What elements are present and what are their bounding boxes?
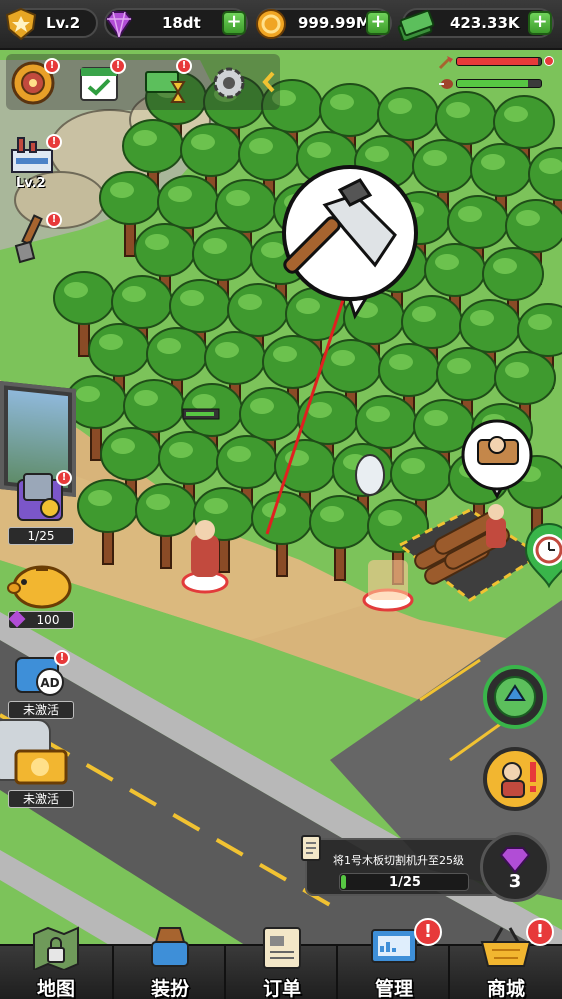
worker-alert-icon bbox=[483, 747, 547, 811]
nav-orders-label: 订单 bbox=[262, 978, 301, 999]
quick-tools: ! ! ! bbox=[6, 54, 280, 110]
task-progress-bar: 1/25 bbox=[339, 873, 469, 891]
offline-income-button[interactable]: ! bbox=[142, 58, 192, 106]
alert-badge: ! bbox=[46, 212, 62, 228]
piggy-bank-icon bbox=[7, 565, 72, 609]
nav-dressup[interactable]: 装扮 bbox=[112, 927, 224, 999]
axe-icon bbox=[438, 56, 453, 70]
nav-dressup-label: 装扮 bbox=[150, 978, 189, 999]
nav-map[interactable]: 地图 bbox=[0, 926, 112, 999]
gem-icon bbox=[105, 11, 133, 39]
wood-status bbox=[438, 54, 556, 70]
factory-button[interactable]: ! Lv.2 bbox=[8, 134, 62, 194]
clock-icon bbox=[524, 522, 562, 589]
gems-text: 18dt bbox=[162, 14, 201, 32]
tasks-button[interactable]: ! bbox=[76, 58, 126, 106]
nav-orders[interactable]: 订单 bbox=[224, 927, 336, 999]
golden-ticket-icon bbox=[14, 749, 68, 785]
alert-badge: ! bbox=[526, 918, 554, 946]
coins-text: 999.99M bbox=[298, 14, 371, 32]
nav-manage-label: 管理 bbox=[374, 978, 413, 999]
piggy-gems-tag: 100 bbox=[8, 610, 74, 629]
resource-bar: Lv.2 18dt + 999.99M + 423.33K + bbox=[0, 0, 562, 50]
task-scroll-icon bbox=[301, 835, 321, 861]
speedup-icon bbox=[483, 665, 547, 729]
task-description: 将1号木板切割机升至25级 bbox=[333, 854, 464, 867]
collapse-tools-button[interactable] bbox=[260, 70, 278, 94]
bank-button[interactable]: ! bbox=[10, 58, 60, 106]
meat-status bbox=[438, 76, 556, 90]
dig-button[interactable]: ! bbox=[10, 212, 62, 264]
hire-worker-button[interactable] bbox=[482, 746, 548, 812]
empty-pedestal[interactable] bbox=[362, 560, 414, 612]
nav-shop[interactable]: ! 商城 bbox=[448, 918, 560, 999]
task-progress-text: 1/25 bbox=[389, 875, 421, 890]
piggy-gems-value: 100 bbox=[36, 613, 60, 627]
alert-badge: ! bbox=[46, 134, 62, 150]
task-gem-reward-button[interactable]: 3 bbox=[480, 832, 550, 902]
gems-display[interactable]: 18dt + bbox=[104, 8, 248, 39]
ticket-button[interactable] bbox=[12, 745, 70, 789]
ad-card-button[interactable]: AD ! bbox=[10, 650, 72, 698]
meat-health-fill bbox=[457, 80, 529, 87]
outfit-icon bbox=[151, 927, 189, 967]
level-display[interactable]: Lv.2 bbox=[5, 7, 98, 41]
cash-text: 423.33K bbox=[450, 14, 520, 32]
ticket-status: 未激活 bbox=[8, 790, 74, 808]
lumberjack-worker[interactable] bbox=[486, 504, 506, 548]
gem-reward-count: 3 bbox=[508, 871, 522, 892]
bottom-nav: 地图 装扮 订单 ! 管理 ! 商城 bbox=[0, 918, 562, 999]
add-gems-button[interactable]: + bbox=[222, 11, 246, 35]
meat-icon bbox=[439, 79, 453, 89]
svg-text:AD: AD bbox=[40, 676, 59, 690]
chevron-left-icon bbox=[262, 71, 275, 93]
cash-display[interactable]: 423.33K + bbox=[397, 8, 554, 41]
settings-button[interactable] bbox=[206, 60, 252, 106]
alert-dot bbox=[544, 56, 554, 66]
ad-card-status: 未激活 bbox=[8, 701, 74, 719]
coin-icon bbox=[256, 9, 286, 39]
alert-badge: ! bbox=[176, 58, 192, 74]
wood-health-fill bbox=[457, 58, 538, 65]
gear-icon bbox=[213, 67, 245, 99]
nav-map-label: 地图 bbox=[36, 978, 75, 999]
piggy-bank-button[interactable] bbox=[6, 560, 76, 610]
pack-progress-tag: 1/25 bbox=[8, 527, 74, 545]
shark-mascot[interactable] bbox=[355, 454, 385, 496]
alert-badge: ! bbox=[44, 58, 60, 74]
task-panel[interactable]: 将1号木板切割机升至25级 1/25 bbox=[301, 835, 505, 896]
gem-icon bbox=[8, 610, 26, 628]
gift-pack-button[interactable]: ! bbox=[10, 470, 72, 526]
timer-button[interactable] bbox=[524, 520, 562, 590]
nav-manage[interactable]: ! 管理 bbox=[336, 918, 448, 999]
coins-display[interactable]: 999.99M + bbox=[256, 8, 392, 39]
cash-stack-icon bbox=[397, 9, 435, 41]
alert-badge: ! bbox=[54, 650, 70, 666]
newspaper-icon bbox=[263, 927, 301, 969]
shield-icon bbox=[5, 7, 37, 41]
alert-badge: ! bbox=[414, 918, 442, 946]
level-text: Lv.2 bbox=[46, 14, 81, 32]
alert-badge: ! bbox=[56, 470, 72, 486]
add-cash-button[interactable]: + bbox=[528, 11, 552, 35]
factory-level: Lv.2 bbox=[16, 176, 46, 191]
nav-shop-label: 商城 bbox=[486, 978, 525, 999]
speedup-button[interactable] bbox=[482, 664, 548, 730]
map-lock-icon bbox=[33, 926, 79, 970]
alert-badge: ! bbox=[110, 58, 126, 74]
add-coins-button[interactable]: + bbox=[366, 11, 390, 35]
